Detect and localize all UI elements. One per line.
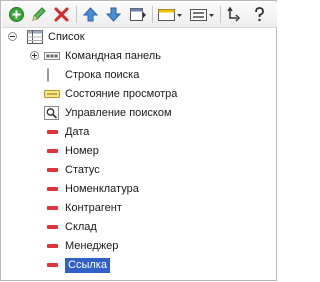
swap-button[interactable] <box>225 5 244 24</box>
field-icon <box>47 244 58 248</box>
add-icon <box>9 7 24 22</box>
field-icon <box>47 168 58 172</box>
tree-node-field[interactable]: Контрагент <box>1 199 277 218</box>
appearance-dropdown[interactable] <box>156 5 184 24</box>
tree-node-field[interactable]: Статус <box>1 161 277 180</box>
tree-node-label: Ссылка <box>65 258 110 273</box>
field-icon <box>47 206 58 210</box>
tree-node-label: Командная панель <box>65 50 161 62</box>
tree-node-field[interactable]: Склад <box>1 218 277 237</box>
toolbar-separator <box>152 6 153 23</box>
move-up-icon <box>82 7 99 22</box>
tree-node-search-control[interactable]: Управление поиском <box>1 104 277 123</box>
edit-button[interactable] <box>29 5 48 24</box>
table-icon <box>27 30 43 44</box>
form-elements-panel: Список Командная панель Строка поиска Со… <box>0 0 277 281</box>
command-panel-icon <box>44 52 60 60</box>
group-dropdown-icon <box>190 9 214 21</box>
move-up-button[interactable] <box>81 5 100 24</box>
tree-node-field[interactable]: Менеджер <box>1 237 277 256</box>
search-string-icon <box>47 68 49 82</box>
magnifier-icon <box>44 106 59 120</box>
form-properties-button[interactable] <box>128 5 147 24</box>
tree-node-field[interactable]: Номенклатура <box>1 180 277 199</box>
delete-button[interactable] <box>52 5 71 24</box>
field-icon <box>47 225 58 229</box>
delete-icon <box>54 7 69 22</box>
tree-node-field[interactable]: Дата <box>1 123 277 142</box>
field-icon <box>47 130 58 134</box>
tree-node-label: Дата <box>65 126 90 138</box>
tree-node-label: Строка поиска <box>65 69 140 81</box>
swap-icon <box>227 6 241 22</box>
tree-node-field-selected[interactable]: Ссылка <box>1 256 277 275</box>
toolbar-separator <box>76 6 77 23</box>
tree-node-field[interactable]: Номер <box>1 142 277 161</box>
tree-node-view-status[interactable]: Состояние просмотра <box>1 85 277 104</box>
group-dropdown[interactable] <box>188 5 216 24</box>
tree-node-label: Контрагент <box>65 202 122 214</box>
edit-icon <box>32 7 46 21</box>
tree-node-label: Менеджер <box>65 240 119 252</box>
toolbar <box>2 2 277 28</box>
move-down-button[interactable] <box>104 5 123 24</box>
tree-node-command-panel[interactable]: Командная панель <box>1 47 277 66</box>
tree-node-label: Номер <box>65 145 99 157</box>
expand-icon[interactable] <box>30 51 39 60</box>
tree-node-root[interactable]: Список <box>1 28 277 47</box>
tree-node-label: Список <box>48 31 85 43</box>
add-button[interactable] <box>7 5 26 24</box>
tree-node-label: Состояние просмотра <box>65 88 178 100</box>
tree-node-label: Номенклатура <box>65 183 139 195</box>
collapse-icon[interactable] <box>8 32 17 41</box>
field-icon <box>47 187 58 191</box>
tree-node-search-string[interactable]: Строка поиска <box>1 66 277 85</box>
appearance-dropdown-icon <box>158 9 182 21</box>
help-button[interactable] <box>250 5 269 24</box>
field-icon <box>47 149 58 153</box>
help-icon <box>255 7 264 22</box>
tree-node-label: Статус <box>65 164 100 176</box>
form-properties-icon <box>130 8 146 21</box>
toolbar-separator <box>220 6 221 23</box>
view-status-icon <box>44 90 60 98</box>
move-down-icon <box>105 7 122 22</box>
tree-node-label: Склад <box>65 221 97 233</box>
tree-node-label: Управление поиском <box>65 107 172 119</box>
field-icon <box>47 263 58 267</box>
